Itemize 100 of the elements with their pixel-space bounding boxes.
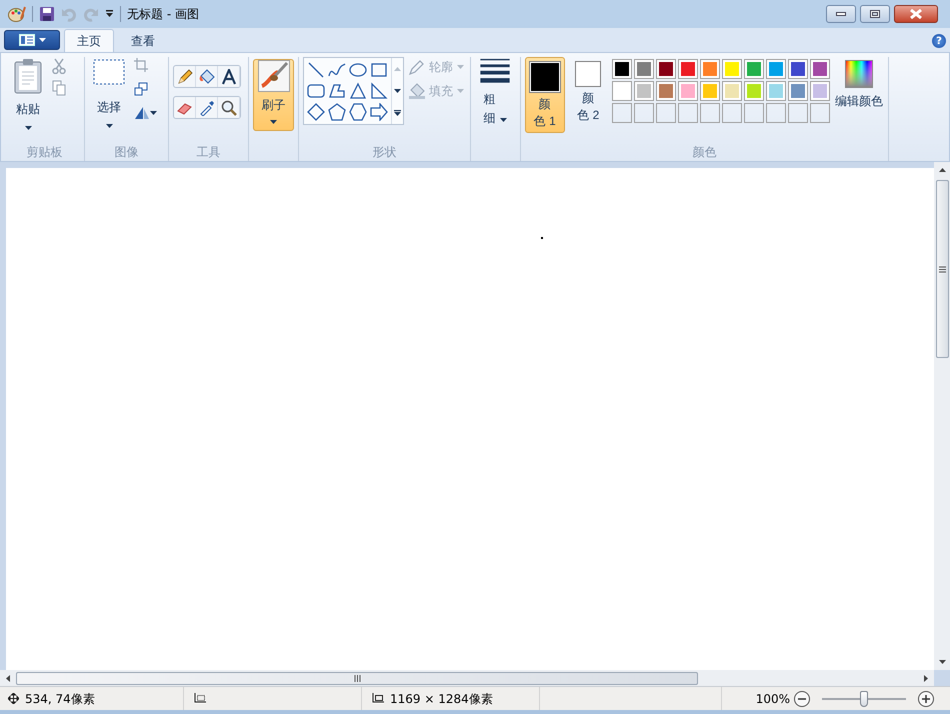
paint-palette-icon	[8, 5, 26, 23]
window-title: 无标题 - 画图	[127, 6, 199, 23]
custom-color-slot[interactable]	[722, 103, 742, 123]
custom-color-slot[interactable]	[656, 103, 676, 123]
caret-icon	[106, 124, 112, 128]
copy-icon[interactable]	[52, 80, 66, 96]
paint-bucket-icon[interactable]	[198, 68, 214, 84]
scroll-down-icon[interactable]	[394, 89, 401, 93]
color-slot-button[interactable]: 颜色 1	[525, 57, 564, 133]
customize-caret-icon[interactable]	[105, 10, 114, 18]
caret-icon	[150, 111, 157, 115]
palette-color[interactable]	[634, 81, 654, 101]
line-icon[interactable]	[307, 61, 325, 79]
scroll-left-icon	[6, 674, 10, 682]
palette-color[interactable]	[700, 81, 720, 101]
magnifier-icon[interactable]	[220, 100, 236, 116]
zoom-out-button[interactable]	[794, 690, 810, 706]
custom-color-slot[interactable]	[634, 103, 654, 123]
zoom-slider-thumb[interactable]	[860, 690, 868, 706]
move-cursor-icon	[8, 693, 19, 704]
image-size: 1169 × 1284像素	[390, 690, 493, 708]
palette-color[interactable]	[744, 81, 764, 101]
polygon-icon[interactable]	[328, 82, 346, 100]
grip-icon	[938, 266, 946, 272]
right-triangle-icon[interactable]	[370, 82, 388, 100]
expand-gallery-icon[interactable]	[394, 110, 401, 116]
rotate-icon[interactable]	[134, 106, 150, 120]
line-width-button[interactable]: 粗细	[475, 57, 515, 129]
pentagon-icon[interactable]	[328, 103, 346, 121]
minimize-button[interactable]	[826, 5, 856, 23]
right-arrow-icon[interactable]	[370, 103, 388, 121]
color-picker-icon[interactable]	[198, 100, 214, 116]
paintbrush-icon	[258, 60, 290, 92]
crop-icon[interactable]	[134, 58, 148, 72]
hexagon-icon[interactable]	[349, 103, 367, 121]
minimize-icon	[836, 12, 846, 16]
palette-color[interactable]	[656, 81, 676, 101]
palette-color[interactable]	[678, 81, 698, 101]
diamond-icon[interactable]	[307, 103, 325, 121]
menu-icon	[18, 34, 34, 46]
custom-color-slot[interactable]	[700, 103, 720, 123]
group-label: 形状	[372, 144, 398, 161]
palette-color[interactable]	[700, 59, 720, 79]
custom-color-slot[interactable]	[810, 103, 830, 123]
rectangle-icon[interactable]	[370, 61, 388, 79]
clipboard-icon	[13, 58, 43, 94]
vertical-scrollbar[interactable]	[934, 162, 950, 670]
scroll-down-icon	[938, 660, 946, 664]
image-size-icon	[370, 692, 384, 704]
triangle-icon[interactable]	[349, 82, 367, 100]
color-slot-button[interactable]: 颜色 2	[568, 57, 608, 133]
palette-color[interactable]	[766, 59, 786, 79]
group-label: 工具	[196, 144, 222, 161]
edit-colors-button[interactable]: 编辑颜色	[834, 59, 884, 111]
file-menu-button[interactable]	[4, 30, 60, 50]
paste-button[interactable]: 粘贴	[9, 57, 47, 137]
text-icon[interactable]	[220, 68, 236, 84]
pencil-outline-icon	[409, 59, 425, 75]
palette-color[interactable]	[744, 59, 764, 79]
ribbon-tab[interactable]: 主页	[64, 29, 114, 52]
oval-icon[interactable]	[349, 61, 367, 79]
curve-icon[interactable]	[328, 61, 346, 79]
ribbon-tab[interactable]: 查看	[118, 29, 168, 52]
maximize-button[interactable]	[860, 5, 890, 23]
palette-color[interactable]	[788, 59, 808, 79]
zoom-in-button[interactable]	[918, 690, 934, 706]
grip-icon	[354, 674, 360, 682]
color-spectrum-icon	[845, 60, 873, 88]
palette-color[interactable]	[678, 59, 698, 79]
palette-color[interactable]	[810, 81, 830, 101]
palette-color[interactable]	[656, 59, 676, 79]
palette-color[interactable]	[788, 81, 808, 101]
palette-color[interactable]	[766, 81, 786, 101]
palette-color[interactable]	[722, 81, 742, 101]
palette-color[interactable]	[612, 59, 632, 79]
brushes-button[interactable]: 刷子	[253, 59, 294, 131]
custom-color-slot[interactable]	[678, 103, 698, 123]
zoom-level: 100%	[756, 690, 790, 708]
palette-color[interactable]	[612, 81, 632, 101]
rounded-rectangle-icon[interactable]	[307, 82, 325, 100]
palette-color[interactable]	[810, 59, 830, 79]
help-button[interactable]: ?	[932, 34, 946, 48]
custom-color-slot[interactable]	[612, 103, 632, 123]
fill-bucket-icon	[409, 83, 425, 99]
pencil-icon[interactable]	[176, 68, 192, 84]
save-icon[interactable]	[39, 6, 55, 22]
line-widths-icon	[479, 58, 511, 84]
resize-icon[interactable]	[134, 82, 148, 96]
horizontal-scrollbar[interactable]	[0, 670, 934, 686]
palette-color[interactable]	[634, 59, 654, 79]
scissors-icon[interactable]	[52, 58, 66, 74]
palette-color[interactable]	[722, 59, 742, 79]
close-button[interactable]	[894, 5, 938, 23]
group-label: 颜色	[692, 144, 718, 161]
custom-color-slot[interactable]	[744, 103, 764, 123]
caret-icon	[270, 120, 277, 124]
custom-color-slot[interactable]	[766, 103, 786, 123]
custom-color-slot[interactable]	[788, 103, 808, 123]
select-button[interactable]: 选择	[89, 57, 129, 137]
cursor-position: 534, 74像素	[25, 690, 95, 708]
